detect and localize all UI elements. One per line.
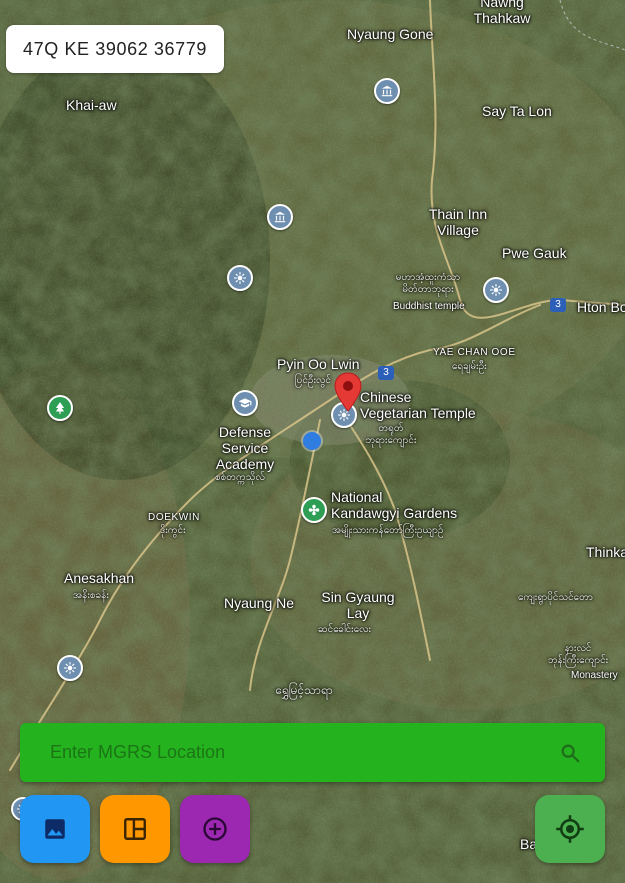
place-thinka: Thinka xyxy=(586,544,625,560)
place-defense-academy-myanmar: စစ်တက္ကသိုလ် xyxy=(215,472,265,483)
my-location-dot xyxy=(303,432,321,450)
layout-panel-icon xyxy=(124,818,146,840)
place-nyaung-gone: Nyaung Gone xyxy=(347,26,434,42)
museum-poi-icon[interactable] xyxy=(267,204,293,230)
place-yae-chan-oo-myanmar: ရေချမ်းဦး xyxy=(452,361,487,372)
place-pwe-gauk: Pwe Gauk xyxy=(502,245,567,261)
road-shield-3: 3 xyxy=(378,366,394,380)
place-nawng-thahkaw: Nawng Thahkaw xyxy=(473,0,531,26)
mgrs-search-bar[interactable] xyxy=(20,723,605,782)
add-circle-icon xyxy=(203,817,227,841)
place-chinese-temple-myanmar: တရုတ် ဘုရားကျောင်း xyxy=(365,423,417,446)
selected-location-marker-icon[interactable] xyxy=(333,372,363,412)
place-hton-bo: Hton Bo xyxy=(577,299,625,315)
place-defense-service-academy: Defense Service Academy xyxy=(215,424,275,472)
place-doekwin-myanmar: ဒိုးကွင်း xyxy=(160,525,186,536)
place-doekwin: DOEKWIN xyxy=(148,512,200,523)
my-location-button[interactable] xyxy=(535,795,605,863)
place-sin-gyaung-lay-myanmar: ဆင်ခေါင်းလေး xyxy=(318,624,372,635)
add-button[interactable] xyxy=(180,795,250,863)
place-monastery: Monastery xyxy=(571,670,618,681)
place-monastery-myanmar: နားလင် ဘုန်းကြီးကျောင်း xyxy=(547,643,609,666)
mgrs-coordinate-readout: 47Q KE 39062 36779 xyxy=(6,25,224,73)
image-icon xyxy=(45,819,65,839)
place-national-kandawgyi-gardens: National Kandawgyi Gardens xyxy=(331,489,458,521)
place-anesakhan: Anesakhan xyxy=(64,570,135,586)
place-thain-inn-village: Thain Inn Village xyxy=(428,206,488,238)
road-shield-3: 3 xyxy=(550,298,566,312)
place-chinese-vegetarian-temple: Chinese Vegetarian Temple xyxy=(360,389,476,421)
gps-crosshair-icon xyxy=(556,815,584,843)
temple-poi-icon[interactable] xyxy=(483,277,509,303)
place-yae-chan-oo: YAE CHAN OOE xyxy=(433,347,516,358)
place-buddhist-temple-myanmar: မဟာအံ့ထူးကံသာ မိတ်တာဘုရား xyxy=(395,272,461,295)
place-village-myanmar: ကျေးရွာပိုင်သင်တော xyxy=(518,592,593,603)
temple-poi-icon[interactable] xyxy=(227,265,253,291)
gallery-button[interactable] xyxy=(20,795,90,863)
search-icon[interactable] xyxy=(557,740,583,766)
place-anesakhan-myanmar: အနိးစခန်း xyxy=(73,590,109,601)
museum-poi-icon[interactable] xyxy=(374,78,400,104)
mgrs-search-input[interactable] xyxy=(48,741,557,764)
temple-poi-icon[interactable] xyxy=(57,655,83,681)
place-nyaung-ne: Nyaung Ne xyxy=(224,595,295,611)
place-kandawgyi-myanmar: အမျိုးသားကန်တော်ကြီးဥယျာဉ် xyxy=(332,525,444,536)
place-pyin-oo-lwin-myanmar: ပြင်ဦးလွင် xyxy=(295,375,331,386)
place-sin-gyaung-lay: Sin Gyaung Lay xyxy=(321,589,395,621)
place-khai-aw: Khai-aw xyxy=(66,97,117,113)
park-poi-icon[interactable] xyxy=(47,395,73,421)
school-poi-icon[interactable] xyxy=(232,390,258,416)
place-say-ta-lon: Say Ta Lon xyxy=(482,103,552,119)
place-shwe-myin-thar-ya-myanmar: ရွှေမြင့်သာရာ xyxy=(275,683,333,697)
place-pyin-oo-lwin: Pyin Oo Lwin xyxy=(277,356,360,372)
garden-poi-icon[interactable] xyxy=(301,497,327,523)
place-buddhist-temple: Buddhist temple xyxy=(393,301,465,312)
layout-button[interactable] xyxy=(100,795,170,863)
